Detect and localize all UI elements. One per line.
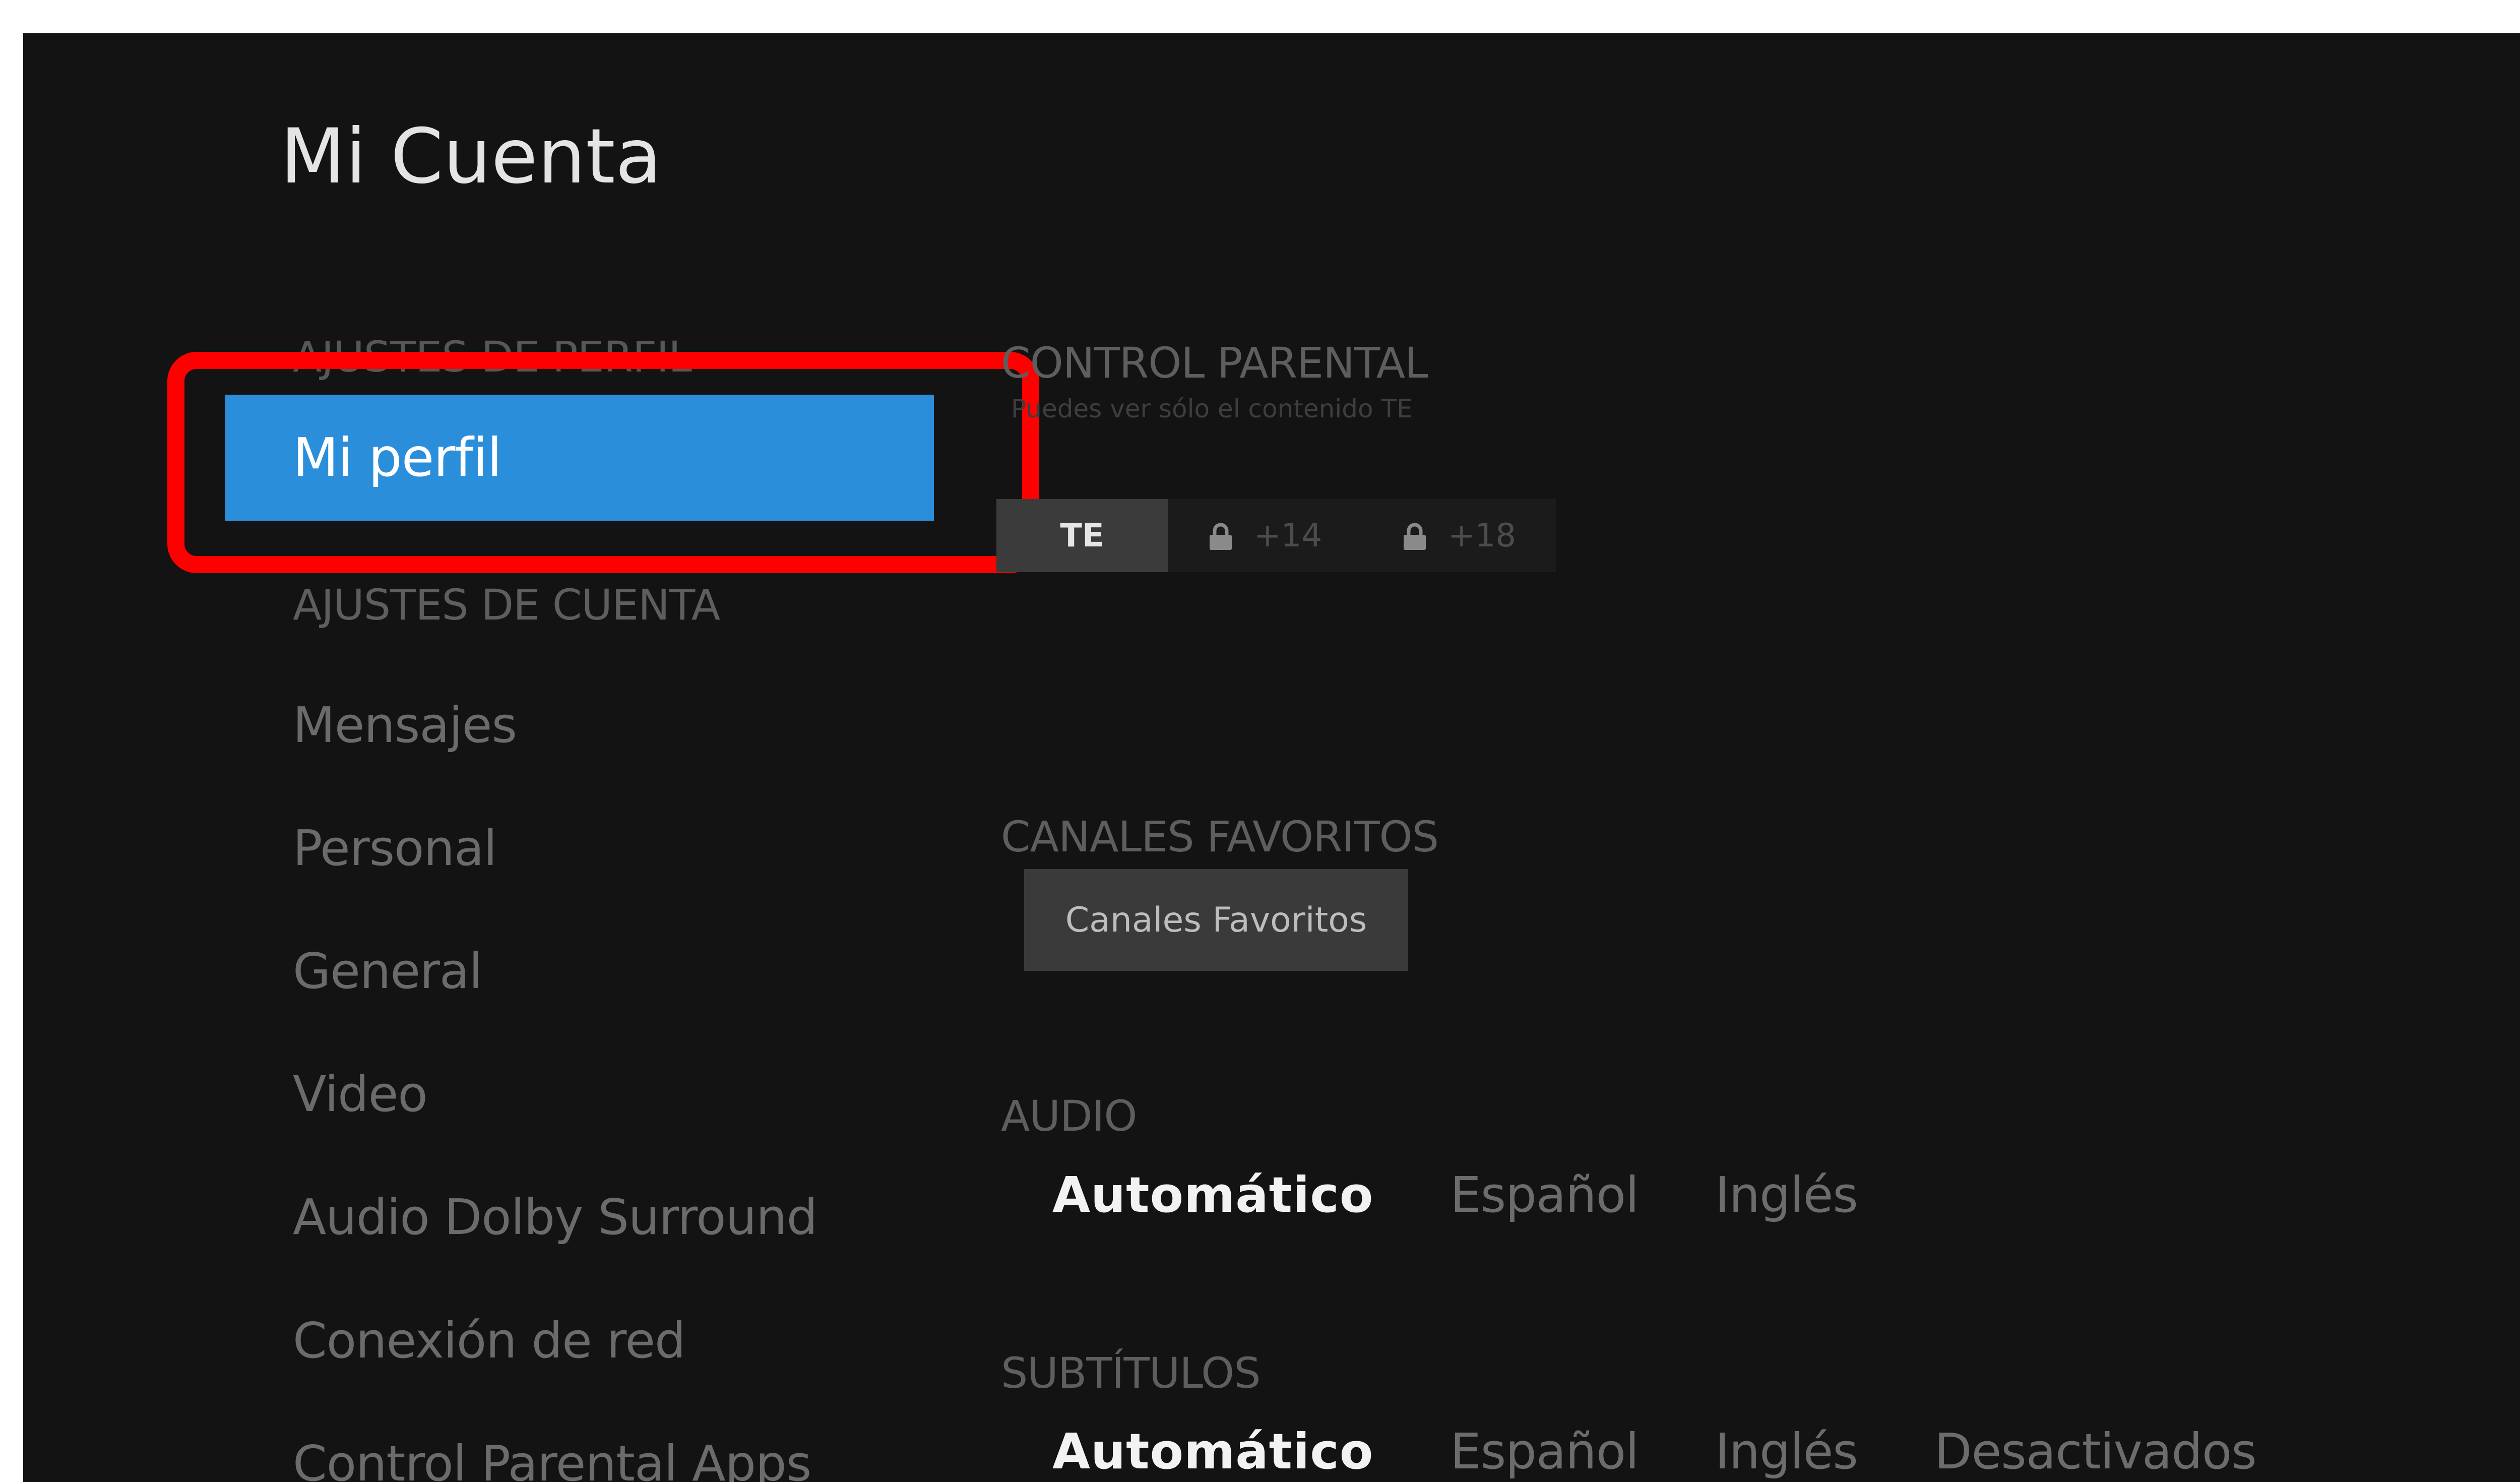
sidebar-item-general[interactable]: General [293,947,482,996]
rating-option-14[interactable]: +14 [1168,499,1362,572]
lock-icon [1402,523,1428,550]
rating-option-18[interactable]: +18 [1362,499,1556,572]
audio-header: AUDIO [1001,1091,1138,1141]
subtitle-options: Automático Español Inglés Desactivados [1052,1423,2333,1480]
favorites-header: CANALES FAVORITOS [1001,812,1439,861]
rating-label: +18 [1447,517,1517,554]
audio-option-ingles[interactable]: Inglés [1715,1166,1858,1223]
subtitle-option-espanol[interactable]: Español [1450,1423,1639,1480]
sidebar-item-audio-dolby[interactable]: Audio Dolby Surround [293,1193,817,1242]
sidebar-item-mensajes[interactable]: Mensajes [293,701,517,750]
parental-control-description: Puedes ver sólo el contenido TE [1011,394,1413,423]
audio-option-automatico[interactable]: Automático [1052,1166,1373,1223]
audio-options: Automático Español Inglés [1052,1166,1934,1223]
subtitle-option-desactivados[interactable]: Desactivados [1934,1423,2257,1480]
favorite-channels-button[interactable]: Canales Favoritos [1024,869,1408,971]
subtitle-option-automatico[interactable]: Automático [1052,1423,1373,1480]
sidebar-header-profile: AJUSTES DE PERFIL [293,332,692,382]
sidebar-item-personal[interactable]: Personal [293,824,497,873]
sidebar-item-control-parental-apps[interactable]: Control Parental Apps [293,1439,811,1482]
rating-label: +14 [1253,517,1322,554]
rating-label: TE [1060,517,1104,554]
favorite-channels-button-label: Canales Favoritos [1065,900,1367,940]
sidebar-item-mi-perfil[interactable]: Mi perfil [225,395,934,521]
parental-control-header: CONTROL PARENTAL [1001,338,1428,388]
parental-rating-selector: TE +14 +18 [996,499,1556,572]
audio-option-espanol[interactable]: Español [1450,1166,1639,1223]
tv-screen: Mi Cuenta AJUSTES DE PERFIL Mi perfil AJ… [23,33,2520,1482]
sidebar-item-conexion-red[interactable]: Conexión de red [293,1316,686,1365]
page-title: Mi Cuenta [280,113,662,201]
sidebar-item-label: Mi perfil [293,426,502,488]
subtitles-header: SUBTÍTULOS [1001,1348,1261,1398]
sidebar-item-video[interactable]: Video [293,1070,428,1119]
subtitle-option-ingles[interactable]: Inglés [1715,1423,1858,1480]
lock-icon [1208,523,1234,550]
rating-option-te[interactable]: TE [996,499,1168,572]
sidebar-header-account: AJUSTES DE CUENTA [293,580,720,630]
